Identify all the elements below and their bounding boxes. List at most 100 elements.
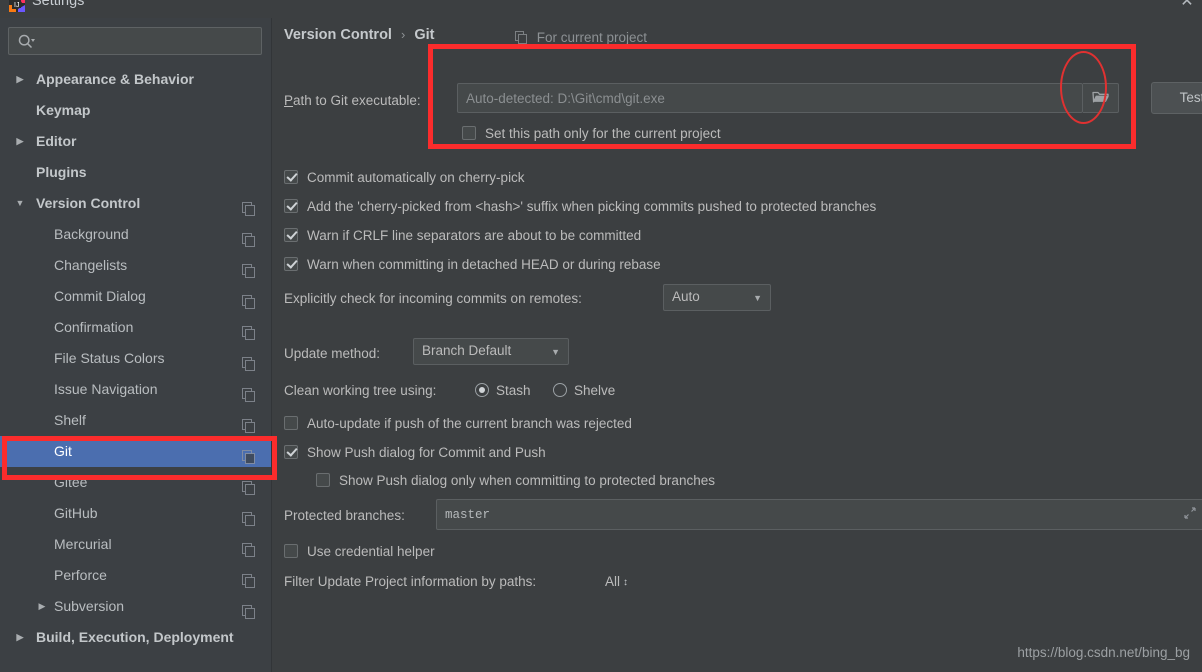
filter-update-value: All	[605, 574, 621, 589]
sidebar-item-label: Commit Dialog	[54, 288, 146, 304]
git-option-row-1[interactable]: Add the 'cherry-picked from <hash>' suff…	[284, 197, 876, 217]
sidebar-item-build-execution-deployment[interactable]: ▶ Build, Execution, Deployment	[0, 622, 271, 653]
auto-update-row[interactable]: Auto-update if push of the current branc…	[284, 414, 632, 434]
project-scope-icon	[242, 413, 256, 433]
copy-scope-icon	[515, 31, 528, 44]
sidebar-item-issue-navigation[interactable]: Issue Navigation	[0, 374, 271, 405]
set-path-only-current-project-row[interactable]: Set this path only for the current proje…	[462, 124, 721, 144]
path-label-rest: ath to Git executable:	[293, 93, 421, 108]
git-option-label-1: Add the 'cherry-picked from <hash>' suff…	[307, 199, 877, 214]
sidebar-item-label: Background	[54, 226, 129, 242]
sidebar-item-label: Perforce	[54, 567, 107, 583]
path-label-mnemonic: P	[284, 93, 294, 108]
filter-update-value-spinner[interactable]: All ↕	[605, 574, 628, 589]
sidebar-item-gitee[interactable]: Gitee	[0, 467, 271, 498]
svg-text:IJ: IJ	[14, 2, 19, 9]
project-scope-icon	[242, 568, 256, 588]
sidebar-item-label: Gitee	[54, 474, 88, 490]
sidebar-item-label: Shelf	[54, 412, 86, 428]
sidebar-item-shelf[interactable]: Shelf	[0, 405, 271, 436]
sidebar-item-subversion[interactable]: ▶ Subversion	[0, 591, 271, 622]
sidebar-item-background[interactable]: Background	[0, 219, 271, 250]
settings-dialog: IJ Settings ✕ ▶ Appearance & Behavior Keym…	[0, 0, 1202, 672]
watermark-url: https://blog.csdn.net/bing_bg	[1017, 645, 1190, 660]
git-option-row-3[interactable]: Warn when committing in detached HEAD or…	[284, 255, 661, 275]
settings-tree: ▶ Appearance & Behavior Keymap ▶ Editor Plugi…	[0, 64, 271, 653]
chevron-down-icon[interactable]: ▼	[14, 188, 26, 219]
git-option-checkbox-1[interactable]	[284, 199, 298, 213]
update-method-label: Update method:	[284, 346, 381, 361]
chevron-right-icon[interactable]: ▶	[14, 622, 26, 653]
show-push-dialog-checkbox[interactable]	[284, 445, 298, 459]
search-input[interactable]	[39, 28, 257, 54]
sidebar-item-plugins[interactable]: Plugins	[0, 157, 271, 188]
git-option-label-3: Warn when committing in detached HEAD or…	[307, 257, 661, 272]
show-push-dialog-protected-checkbox[interactable]	[316, 473, 330, 487]
chevron-down-icon: ▼	[551, 346, 560, 357]
stash-radio[interactable]	[475, 383, 489, 397]
sidebar-item-label: Build, Execution, Deployment	[36, 629, 234, 645]
sidebar-item-label: Plugins	[36, 164, 87, 180]
protected-branches-input[interactable]	[436, 499, 1202, 530]
chevron-down-icon: ▼	[753, 292, 762, 303]
breadcrumb-separator: ›	[401, 27, 406, 42]
git-option-checkbox-2[interactable]	[284, 228, 298, 242]
sidebar-item-label: Changelists	[54, 257, 128, 273]
chevron-right-icon[interactable]: ▶	[14, 64, 26, 95]
sidebar-item-commit-dialog[interactable]: Commit Dialog	[0, 281, 271, 312]
breadcrumb-parent[interactable]: Version Control	[284, 27, 392, 43]
sidebar-item-perforce[interactable]: Perforce	[0, 560, 271, 591]
radio-stash[interactable]: Stash	[475, 381, 531, 401]
git-option-checkbox-0[interactable]	[284, 170, 298, 184]
clean-working-tree-label: Clean working tree using:	[284, 383, 437, 398]
sidebar-item-mercurial[interactable]: Mercurial	[0, 529, 271, 560]
sidebar-item-keymap[interactable]: Keymap	[0, 95, 271, 126]
chevron-right-icon[interactable]: ▶	[36, 591, 48, 622]
git-option-row-0[interactable]: Commit automatically on cherry-pick	[284, 168, 525, 188]
stash-label: Stash	[496, 383, 531, 398]
project-scope-icon	[242, 599, 256, 619]
chevron-right-icon[interactable]: ▶	[14, 126, 26, 157]
intellij-idea-icon: IJ	[9, 0, 25, 12]
auto-update-label: Auto-update if push of the current branc…	[307, 416, 632, 431]
project-scope-icon	[242, 475, 256, 495]
search-box[interactable]	[8, 27, 262, 55]
expand-field-icon[interactable]	[1183, 506, 1197, 523]
sidebar-item-changelists[interactable]: Changelists	[0, 250, 271, 281]
incoming-commits-value: Auto	[672, 289, 700, 304]
auto-update-checkbox[interactable]	[284, 416, 298, 430]
sidebar-item-confirmation[interactable]: Confirmation	[0, 312, 271, 343]
shelve-radio[interactable]	[553, 383, 567, 397]
protected-branches-label: Protected branches:	[284, 508, 405, 523]
breadcrumb-current: Git	[414, 27, 435, 43]
sidebar-item-github[interactable]: GitHub	[0, 498, 271, 529]
git-executable-path-input[interactable]	[457, 83, 1083, 113]
set-path-only-checkbox[interactable]	[462, 126, 476, 140]
sidebar-item-label: GitHub	[54, 505, 98, 521]
sidebar-item-editor[interactable]: ▶ Editor	[0, 126, 271, 157]
sidebar-item-appearance-behavior[interactable]: ▶ Appearance & Behavior	[0, 64, 271, 95]
use-credential-helper-checkbox[interactable]	[284, 544, 298, 558]
project-scope-icon	[242, 444, 256, 464]
close-icon[interactable]: ✕	[1176, 0, 1198, 13]
git-option-row-2[interactable]: Warn if CRLF line separators are about t…	[284, 226, 641, 246]
title-bar: IJ Settings ✕	[0, 0, 1202, 18]
browse-path-button[interactable]	[1083, 83, 1119, 113]
project-scope-icon	[242, 196, 256, 216]
show-push-dialog-protected-row[interactable]: Show Push dialog only when committing to…	[316, 471, 715, 491]
git-option-label-0: Commit automatically on cherry-pick	[307, 170, 525, 185]
update-method-combo[interactable]: Branch Default ▼	[413, 338, 569, 365]
incoming-commits-label: Explicitly check for incoming commits on…	[284, 291, 582, 306]
radio-shelve[interactable]: Shelve	[553, 381, 615, 401]
test-button[interactable]: Test	[1151, 82, 1202, 114]
sidebar-item-version-control[interactable]: ▼ Version Control	[0, 188, 271, 219]
search-icon	[17, 33, 35, 51]
incoming-commits-combo[interactable]: Auto ▼	[663, 284, 771, 311]
sidebar-item-file-status-colors[interactable]: File Status Colors	[0, 343, 271, 374]
show-push-dialog-row[interactable]: Show Push dialog for Commit and Push	[284, 443, 546, 463]
use-credential-helper-row[interactable]: Use credential helper	[284, 542, 435, 562]
sidebar-item-git[interactable]: Git	[0, 436, 271, 467]
git-option-checkbox-3[interactable]	[284, 257, 298, 271]
sidebar-item-label: Version Control	[36, 195, 141, 211]
filter-update-label: Filter Update Project information by pat…	[284, 574, 537, 589]
